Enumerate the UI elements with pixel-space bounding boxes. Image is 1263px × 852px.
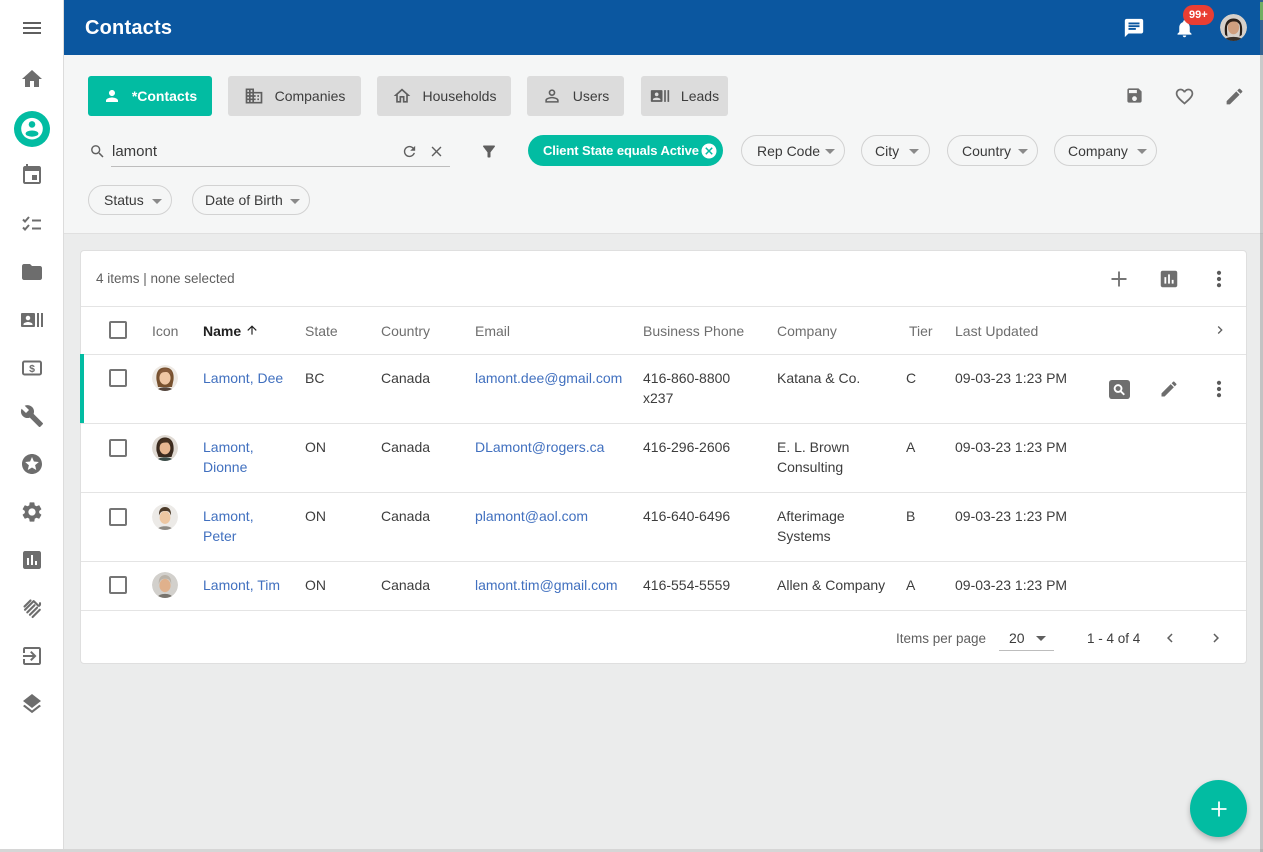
svg-text:$: $ — [29, 363, 35, 375]
